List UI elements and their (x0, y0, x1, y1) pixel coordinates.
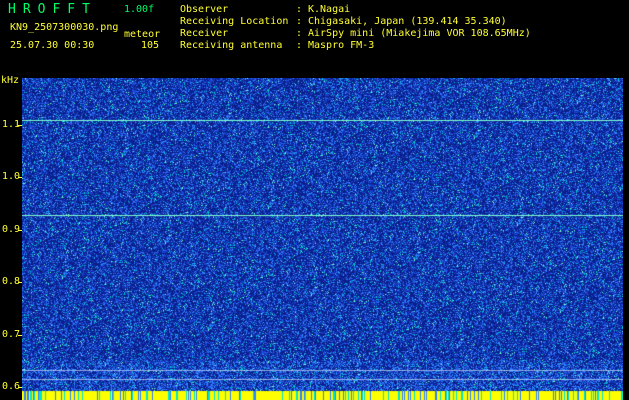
app-brand: HROFFT (8, 2, 97, 17)
info-value-location: Chigasaki, Japan (139.414 35.340) (308, 16, 507, 27)
spectrogram-plot (22, 78, 623, 400)
info-value-receiver: AirSpy mini (Miakejima VOR 108.65MHz) (308, 28, 531, 39)
info-colon: : (296, 28, 303, 39)
info-label-location: Receiving Location (180, 16, 289, 27)
datetime-label: 25.07.30 00:30 (10, 40, 95, 51)
info-label-observer: Observer (180, 4, 229, 15)
app-version: 1.00f (124, 4, 155, 15)
info-colon: : (296, 40, 303, 51)
header-panel: HROFFT 1.00f KN9_2507300030.png meteor 2… (0, 0, 629, 78)
info-value-observer: K.Nagai (308, 4, 351, 15)
info-colon: : (296, 16, 303, 27)
image-filename: KN9_2507300030.png (10, 22, 119, 33)
info-label-antenna: Receiving antenna (180, 40, 283, 51)
info-colon: : (296, 4, 303, 15)
info-value-antenna: Maspro FM-3 (308, 40, 375, 51)
spectrogram-waterfall (22, 78, 623, 400)
y-axis-unit: kHz (1, 75, 20, 86)
detection-count: 105 (141, 40, 160, 51)
info-label-receiver: Receiver (180, 28, 229, 39)
